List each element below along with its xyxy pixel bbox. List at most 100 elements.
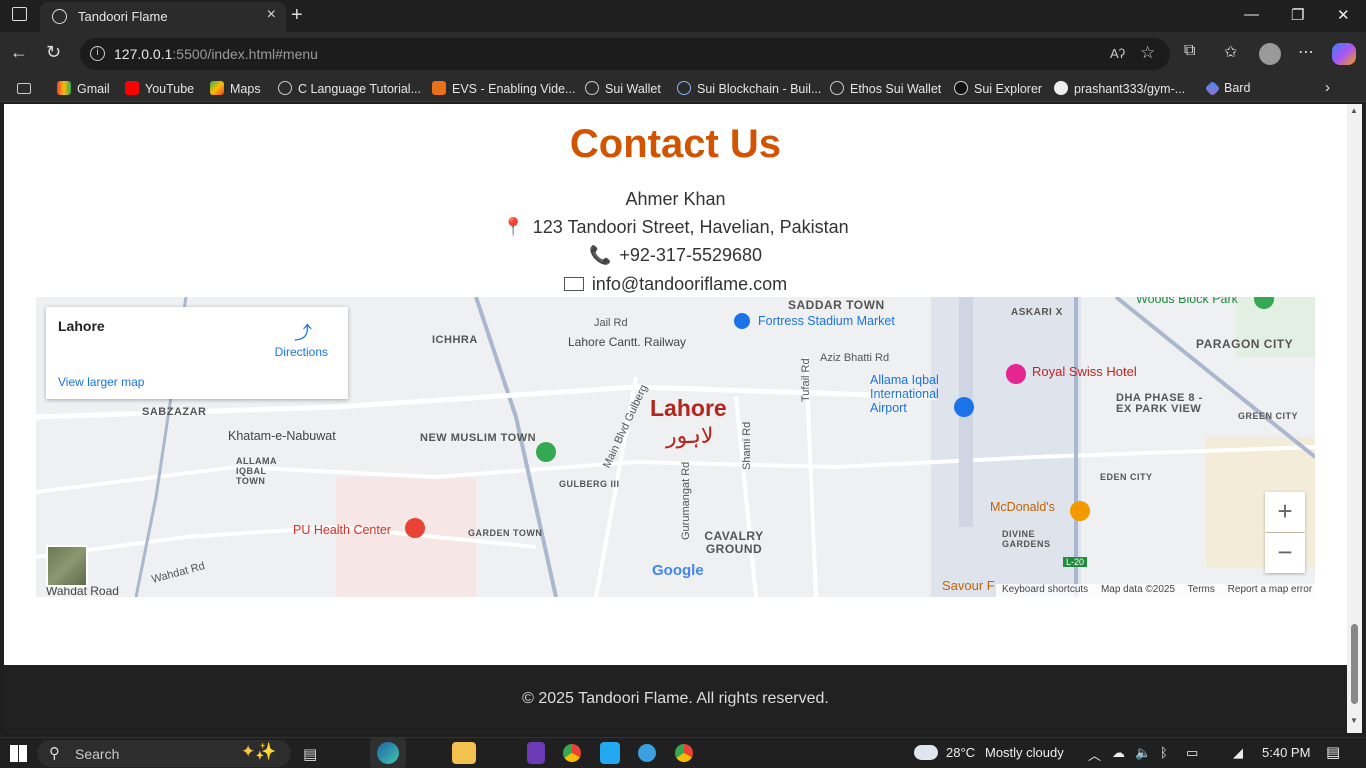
map-street: Gurumangat Rd [680, 461, 692, 540]
onedrive-icon[interactable]: ☁ [1112, 745, 1125, 761]
bookmark-github[interactable]: prashant333/gym-... [1054, 81, 1185, 96]
collections-icon[interactable] [17, 83, 31, 94]
new-tab-button[interactable]: + [291, 4, 303, 27]
bookmarks-bar: Gmail YouTube Maps C Language Tutorial..… [0, 76, 1366, 102]
copilot-icon[interactable] [1332, 43, 1356, 65]
visual-studio-icon[interactable] [527, 742, 545, 764]
bookmarks-overflow-icon[interactable]: › [1325, 79, 1330, 96]
map-label: EDEN CITY [1100, 472, 1153, 482]
bookmark-evs[interactable]: EVS - Enabling Vide... [432, 81, 575, 96]
terms-link[interactable]: Terms [1188, 584, 1215, 595]
favorite-star-icon[interactable]: ☆ [1140, 43, 1155, 63]
bookmark-sui-explorer[interactable]: Sui Explorer [954, 81, 1042, 96]
report-map-error-link[interactable]: Report a map error [1228, 584, 1312, 595]
directions-icon[interactable]: ⤴ [294, 319, 312, 345]
volume-icon[interactable]: 🔈 [1135, 745, 1151, 761]
weather-icon[interactable] [914, 745, 938, 760]
map-place-card: Lahore ⤴ Directions View larger map [46, 307, 348, 399]
address-bar[interactable]: i 127.0.0.1:5500/index.html#menu Aʔ ☆ [80, 38, 1170, 70]
chrome-profile-icon[interactable] [675, 744, 693, 762]
directions-link[interactable]: Directions [275, 345, 328, 359]
browser-tab[interactable]: Tandoori Flame × [40, 2, 286, 32]
copilot-taskbar-icon[interactable] [638, 744, 656, 762]
map-label: ASKARI X [1011, 307, 1063, 318]
map-street: Jail Rd [594, 317, 628, 329]
favorites-icon[interactable]: ✩ [1224, 42, 1237, 62]
minimize-button[interactable]: — [1244, 6, 1259, 23]
battery-icon[interactable]: ▭ [1186, 745, 1198, 761]
read-aloud-icon[interactable]: Aʔ [1110, 46, 1125, 61]
site-info-icon[interactable]: i [90, 46, 105, 61]
map-label: SABZAZAR [142, 406, 207, 418]
page-scrollbar[interactable]: ▲ ▼ [1347, 104, 1362, 733]
bookmark-maps[interactable]: Maps [210, 81, 261, 96]
youtube-icon [125, 81, 139, 95]
zoom-in-button[interactable]: + [1265, 492, 1305, 532]
weather-condition[interactable]: Mostly cloudy [985, 745, 1064, 760]
map-label: GREEN CITY [1238, 411, 1299, 421]
view-larger-map-link[interactable]: View larger map [58, 375, 144, 389]
keyboard-shortcuts-link[interactable]: Keyboard shortcuts [1002, 584, 1088, 595]
windows-start-icon[interactable] [10, 745, 27, 762]
bookmark-label: YouTube [145, 82, 195, 96]
zoom-out-button[interactable]: − [1265, 533, 1305, 573]
task-view-icon[interactable]: ▤ [303, 745, 317, 763]
map-label: NEW MUSLIM TOWN [420, 432, 537, 444]
phone-text: +92-317-5529680 [619, 245, 763, 265]
bookmark-bard[interactable]: Bard [1204, 80, 1250, 97]
back-button[interactable]: ← [10, 42, 28, 63]
clock-time[interactable]: 5:40 PM [1262, 745, 1310, 760]
notifications-icon[interactable]: ▤ [1326, 743, 1340, 761]
url-text[interactable]: 127.0.0.1:5500/index.html#menu [114, 46, 318, 62]
globe-icon [830, 81, 844, 95]
bookmark-label: Ethos Sui Wallet [850, 82, 942, 96]
bookmark-sui-wallet[interactable]: Sui Wallet [585, 81, 661, 96]
map-city-label: Lahore [650, 395, 727, 421]
bookmark-label: EVS - Enabling Vide... [452, 82, 576, 96]
close-tab-icon[interactable]: × [267, 6, 276, 24]
extensions-icon[interactable]: ⧉ [1184, 42, 1195, 60]
bookmark-label: Sui Blockchain - Buil... [697, 82, 822, 96]
map-poi: Khatam-e-Nabuwat [228, 429, 336, 443]
email-text: info@tandooriflame.com [591, 274, 788, 294]
maps-icon [210, 81, 224, 95]
pushpin-icon: 📍 [502, 217, 525, 237]
bookmark-gmail[interactable]: Gmail [57, 81, 110, 96]
network-icon[interactable]: ◢ [1233, 745, 1243, 761]
close-window-button[interactable]: ✕ [1337, 6, 1350, 24]
scrollbar-thumb[interactable] [1351, 624, 1358, 704]
embedded-map[interactable]: Lahore ⤴ Directions View larger map Laho… [36, 297, 1315, 597]
bookmark-c-tutorial[interactable]: C Language Tutorial... [278, 81, 421, 96]
more-menu-icon[interactable]: ⋯ [1298, 42, 1314, 62]
file-explorer-icon[interactable] [452, 742, 476, 764]
scroll-up-arrow[interactable]: ▲ [1350, 106, 1358, 115]
refresh-button[interactable]: ↻ [46, 42, 61, 63]
bookmark-youtube[interactable]: YouTube [125, 81, 194, 96]
globe-icon [52, 9, 67, 24]
phone-icon: 📞 [588, 245, 612, 265]
tray-overflow-icon[interactable]: ︿ [1088, 745, 1101, 764]
map-poi: Woods Block Park [1136, 297, 1238, 306]
map-poi: Allama Iqbal International Airport [870, 373, 939, 415]
bookmark-ethos[interactable]: Ethos Sui Wallet [830, 81, 941, 96]
taskbar-search[interactable]: ⚲ Search ✦✨ [37, 740, 291, 767]
tab-title: Tandoori Flame [78, 9, 168, 24]
profile-avatar[interactable] [1259, 43, 1281, 65]
bookmark-label: Sui Wallet [605, 82, 661, 96]
tab-actions-icon[interactable] [12, 7, 27, 21]
sui-drop-icon [677, 81, 691, 95]
chrome-icon[interactable] [563, 744, 581, 762]
bard-icon [1204, 80, 1221, 97]
map-label: ALLAMA IQBAL TOWN [236, 456, 277, 486]
bookmark-sui-blockchain[interactable]: Sui Blockchain - Buil... [677, 81, 821, 96]
satellite-toggle[interactable] [46, 545, 88, 587]
scroll-down-arrow[interactable]: ▼ [1350, 716, 1358, 725]
weather-temperature[interactable]: 28°C [946, 745, 975, 760]
evs-icon [432, 81, 446, 95]
restore-button[interactable]: ❐ [1291, 6, 1304, 24]
vscode-icon[interactable] [600, 742, 620, 764]
map-attribution: Keyboard shortcuts Map data ©2025 Terms … [996, 584, 1315, 597]
bookmark-label: prashant333/gym-... [1074, 82, 1186, 96]
map-road-badge: L-20 [1063, 557, 1088, 567]
bluetooth-icon[interactable]: ᛒ [1160, 745, 1168, 760]
